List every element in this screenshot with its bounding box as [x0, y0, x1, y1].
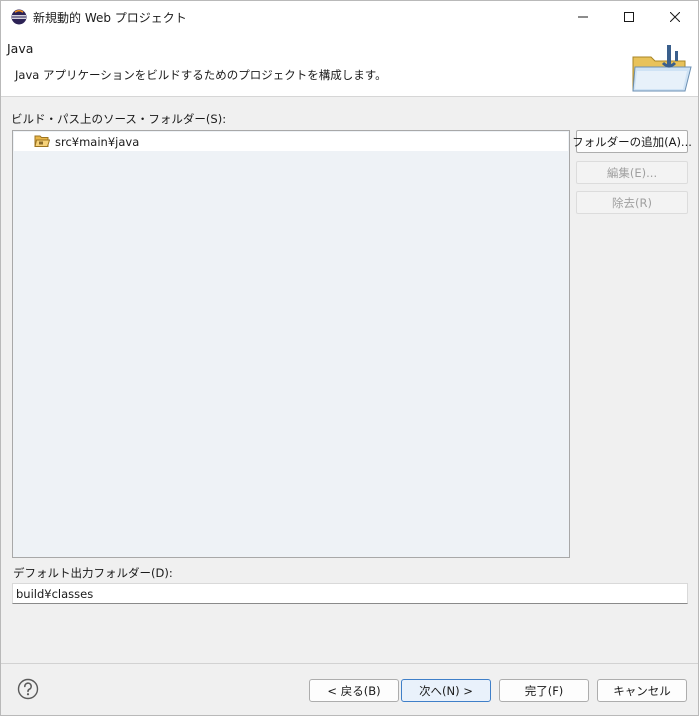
close-icon: [670, 11, 680, 22]
remove-button[interactable]: 除去(R): [576, 191, 688, 214]
source-folders-list[interactable]: src¥main¥java: [12, 130, 570, 558]
back-button[interactable]: < 戻る(B): [309, 679, 399, 702]
page-description: Java アプリケーションをビルドするためのプロジェクトを構成します。: [15, 68, 387, 82]
java-folder-wizard-icon: [632, 45, 692, 92]
maximize-button[interactable]: [606, 1, 652, 32]
edit-button[interactable]: 編集(E)...: [576, 161, 688, 184]
help-icon[interactable]: [17, 678, 39, 700]
title-bar[interactable]: 新規動的 Web プロジェクト: [1, 1, 698, 32]
cancel-button[interactable]: キャンセル: [597, 679, 687, 702]
next-button[interactable]: 次へ(N) >: [401, 679, 491, 702]
maximize-icon: [624, 11, 634, 22]
source-folders-label: ビルド・パス上のソース・フォルダー(S):: [11, 112, 227, 126]
footer-divider: [1, 663, 698, 664]
wizard-banner: Java Java アプリケーションをビルドするためのプロジェクトを構成します。: [1, 32, 698, 97]
page-title: Java: [7, 41, 34, 56]
eclipse-icon: [11, 9, 27, 25]
source-folder-icon: [34, 135, 50, 147]
finish-button[interactable]: 完了(F): [499, 679, 589, 702]
output-folder-label: デフォルト出力フォルダー(D):: [13, 566, 173, 580]
add-folder-button[interactable]: フォルダーの追加(A)...: [572, 130, 692, 153]
window-title: 新規動的 Web プロジェクト: [33, 11, 187, 25]
source-folder-label: src¥main¥java: [55, 135, 140, 149]
list-item[interactable]: src¥main¥java: [14, 132, 568, 151]
wizard-window: 新規動的 Web プロジェクト Java Java アプリケーションをビルドする…: [0, 0, 699, 716]
minimize-icon: [578, 16, 588, 17]
close-button[interactable]: [652, 1, 698, 32]
minimize-button[interactable]: [560, 1, 606, 32]
output-folder-input[interactable]: [12, 583, 688, 604]
